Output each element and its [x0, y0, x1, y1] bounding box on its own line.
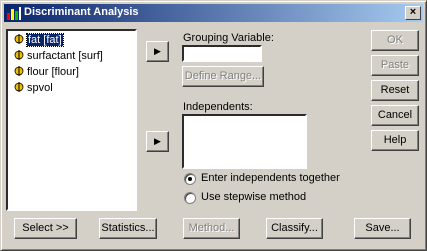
spss-app-icon [7, 7, 21, 20]
grouping-variable-field[interactable] [182, 45, 262, 62]
paste-button[interactable]: Paste [371, 55, 419, 76]
enter-together-radio[interactable] [184, 173, 196, 185]
save-button[interactable]: Save... [354, 218, 411, 239]
independents-list[interactable] [182, 114, 307, 169]
method-button[interactable]: Method... [183, 218, 240, 239]
classify-button[interactable]: Classify... [266, 218, 323, 239]
variable-label: flour [flour] [27, 66, 79, 78]
variable-item[interactable]: flour [flour] [14, 65, 79, 80]
scale-variable-icon [14, 82, 24, 92]
variable-item[interactable]: spvol [14, 81, 53, 96]
variable-item[interactable]: surfactant [surf] [14, 49, 103, 64]
grouping-variable-label: Grouping Variable: [183, 32, 274, 44]
help-button[interactable]: Help [371, 130, 419, 151]
variable-item[interactable]: fat [fat] [14, 33, 64, 48]
scale-variable-icon [14, 50, 24, 60]
scale-variable-icon [14, 34, 24, 44]
radio-selected-dot [188, 177, 192, 181]
enter-together-label[interactable]: Enter independents together [201, 172, 340, 184]
move-to-grouping-button[interactable]: ▶ [146, 41, 169, 62]
title-bar[interactable]: Discriminant Analysis × [4, 4, 423, 22]
stepwise-label[interactable]: Use stepwise method [201, 191, 306, 203]
close-button[interactable]: × [405, 6, 421, 20]
discriminant-analysis-dialog: Discriminant Analysis × fat [fat] surfac… [0, 0, 427, 251]
window-title: Discriminant Analysis [24, 6, 139, 18]
statistics-button[interactable]: Statistics... [99, 218, 157, 239]
select-button[interactable]: Select >> [14, 218, 77, 239]
variable-label: spvol [27, 82, 53, 94]
independents-label: Independents: [183, 101, 253, 113]
define-range-button[interactable]: Define Range... [182, 66, 264, 87]
ok-button[interactable]: OK [371, 30, 419, 51]
move-to-independents-button[interactable]: ▶ [146, 131, 169, 152]
cancel-button[interactable]: Cancel [371, 105, 419, 126]
variable-label: fat [fat] [26, 33, 64, 47]
reset-button[interactable]: Reset [371, 80, 419, 101]
source-variable-list[interactable]: fat [fat] surfactant [surf] flour [flour… [6, 29, 137, 211]
stepwise-radio[interactable] [184, 192, 196, 204]
scale-variable-icon [14, 66, 24, 76]
variable-label: surfactant [surf] [27, 50, 103, 62]
